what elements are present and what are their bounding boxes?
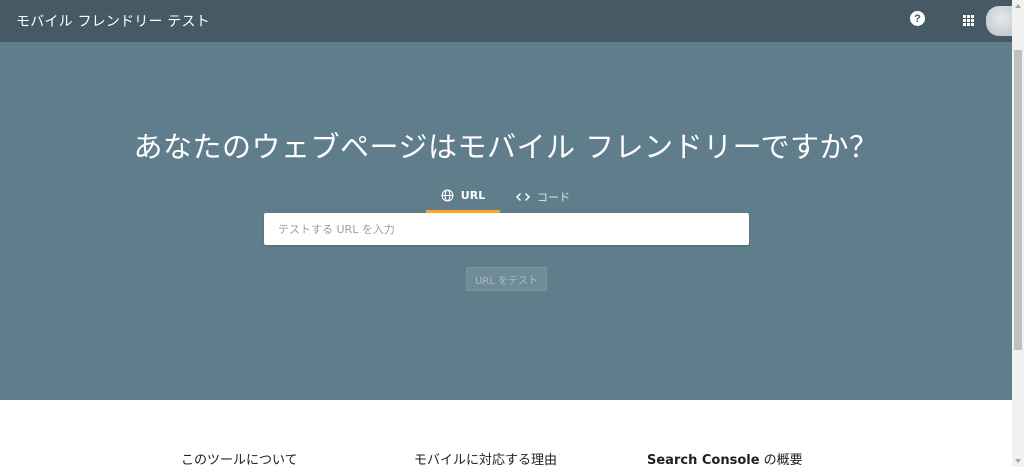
vertical-scrollbar[interactable] [1012, 0, 1024, 467]
account-avatar[interactable] [986, 6, 1012, 36]
info-links: このツールについて モバイルに対応する理由 Search Console の概要 [0, 400, 1012, 467]
tab-code[interactable]: コード [500, 186, 586, 213]
top-app-bar: モバイル フレンドリー テスト ? [0, 0, 1012, 42]
url-input[interactable] [264, 213, 749, 245]
scroll-up-arrow-icon[interactable] [1015, 4, 1021, 8]
scroll-thumb[interactable] [1014, 50, 1022, 350]
link-search-console[interactable]: Search Console の概要 [647, 449, 803, 467]
link-why-mobile[interactable]: モバイルに対応する理由 [414, 449, 557, 467]
hero-title: あなたのウェブページはモバイル フレンドリーですか？ [133, 130, 879, 164]
tab-url-label: URL [460, 188, 486, 202]
hero-section: あなたのウェブページはモバイル フレンドリーですか？ URL コード テストする… [0, 42, 1012, 400]
search-console-suffix: の概要 [759, 453, 803, 467]
tab-url[interactable]: URL [426, 186, 500, 213]
app-title[interactable]: モバイル フレンドリー テスト [16, 11, 210, 31]
page: モバイル フレンドリー テスト ? あなたのウェブページはモバイル フレンドリー… [0, 0, 1024, 467]
globe-icon [441, 189, 454, 202]
help-icon[interactable]: ? [910, 11, 925, 26]
code-brackets-icon [516, 192, 530, 202]
tab-code-label: コード [537, 190, 570, 204]
scroll-down-arrow-icon[interactable] [1015, 459, 1021, 463]
input-mode-tabs: URL コード [426, 186, 586, 213]
test-url-button[interactable]: URL をテスト [466, 267, 547, 291]
link-about-tool[interactable]: このツールについて [181, 449, 298, 467]
apps-grid-icon[interactable] [963, 15, 974, 26]
search-console-label: Search Console [647, 453, 760, 467]
